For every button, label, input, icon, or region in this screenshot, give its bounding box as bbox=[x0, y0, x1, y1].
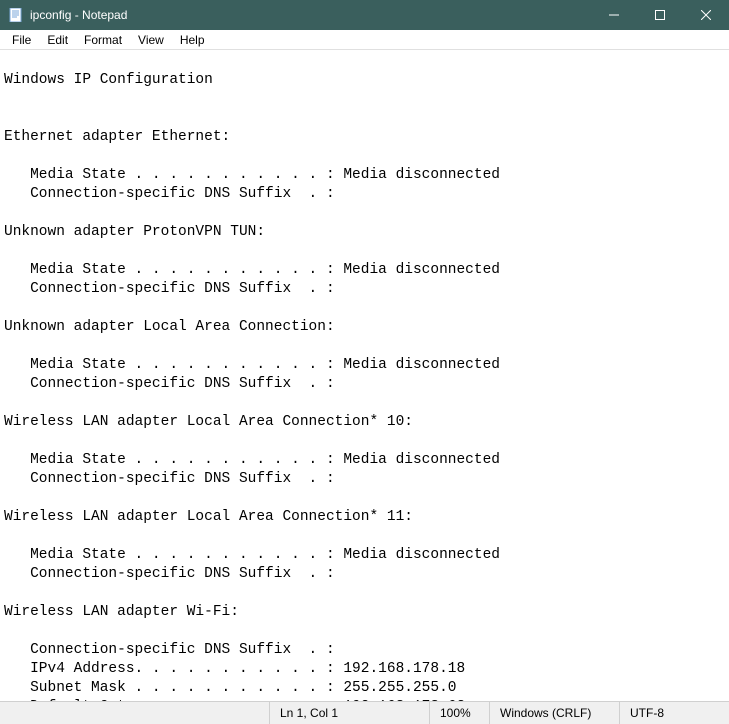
titlebar: ipconfig - Notepad bbox=[0, 0, 729, 30]
menu-format[interactable]: Format bbox=[76, 31, 130, 49]
menubar: File Edit Format View Help bbox=[0, 30, 729, 50]
status-line-col: Ln 1, Col 1 bbox=[269, 702, 429, 724]
close-button[interactable] bbox=[683, 0, 729, 30]
editor-container bbox=[0, 50, 729, 701]
text-editor[interactable] bbox=[0, 50, 729, 701]
minimize-button[interactable] bbox=[591, 0, 637, 30]
status-line-ending: Windows (CRLF) bbox=[489, 702, 619, 724]
maximize-button[interactable] bbox=[637, 0, 683, 30]
window-title: ipconfig - Notepad bbox=[30, 8, 591, 22]
menu-edit[interactable]: Edit bbox=[39, 31, 76, 49]
menu-help[interactable]: Help bbox=[172, 31, 213, 49]
menu-file[interactable]: File bbox=[4, 31, 39, 49]
status-encoding: UTF-8 bbox=[619, 702, 729, 724]
statusbar: Ln 1, Col 1 100% Windows (CRLF) UTF-8 bbox=[0, 701, 729, 724]
status-zoom: 100% bbox=[429, 702, 489, 724]
window-controls bbox=[591, 0, 729, 30]
menu-view[interactable]: View bbox=[130, 31, 172, 49]
notepad-icon bbox=[8, 7, 24, 23]
status-spacer bbox=[0, 702, 269, 724]
